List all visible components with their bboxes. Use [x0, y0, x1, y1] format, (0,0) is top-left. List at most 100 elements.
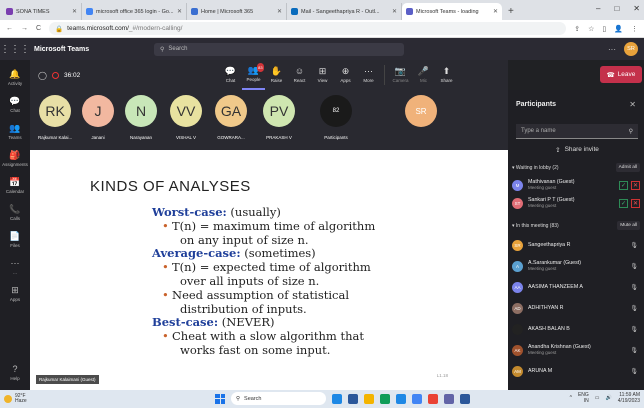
taskbar-app-icon[interactable] — [444, 393, 454, 404]
close-icon[interactable]: ✕ — [633, 4, 640, 13]
call-people-button[interactable]: 👥 83 People — [242, 60, 265, 90]
participant-row[interactable]: AD ADHITHYAN R 🎙 — [512, 299, 642, 317]
lobby-row[interactable]: ST Sankari P T (Guest) Meeting guest ✓ ✕ — [512, 194, 642, 212]
taskbar-search[interactable]: ⚲ Search — [231, 392, 326, 405]
clock[interactable]: 11:59 AM 4/19/2023 — [618, 392, 640, 404]
participant-tile[interactable]: VV VISHAL V — [170, 95, 202, 140]
participant-row[interactable]: AKASH BALAN B 🎙 — [512, 320, 642, 338]
browser-tab[interactable]: Home | Microsoft 365 ✕ — [187, 3, 287, 20]
rail-item-teams[interactable]: 👥 Teams — [0, 118, 30, 145]
back-icon[interactable]: ← — [6, 25, 13, 32]
mic-icon[interactable]: 🎙 — [630, 368, 638, 375]
minimize-icon[interactable]: – — [596, 4, 600, 13]
language-indicator[interactable]: ENG IN — [578, 392, 589, 404]
reload-icon[interactable]: C — [36, 25, 41, 32]
mic-icon[interactable]: 🎙 — [630, 284, 638, 291]
weather-widget[interactable]: 92°F Haze — [4, 393, 27, 405]
participant-row[interactable]: AM ARUNA M 🎙 — [512, 362, 642, 380]
admit-icon[interactable]: ✓ — [619, 180, 628, 190]
taskbar-app-icon[interactable] — [428, 393, 438, 404]
rail-item-calls[interactable]: 📞 Calls — [0, 199, 30, 226]
deny-icon[interactable]: ✕ — [631, 198, 640, 208]
close-icon[interactable]: ✕ — [629, 100, 636, 109]
mic-icon[interactable]: 🎙 — [630, 242, 638, 249]
taskbar-app-icon[interactable] — [380, 393, 390, 404]
participant-tile[interactable]: J Janani — [82, 95, 114, 140]
search-input[interactable]: ⚲ Search — [154, 42, 404, 56]
tray-chevron-icon[interactable]: ^ — [570, 395, 572, 402]
taskbar-app-icon[interactable] — [332, 393, 342, 404]
participant-row[interactable]: AK Anandha Krishnan (Guest) Meeting guest 🎙 — [512, 341, 642, 359]
maximize-icon[interactable]: □ — [614, 4, 619, 13]
camera-button[interactable]: 📷 Camera — [389, 60, 412, 90]
close-tab-icon[interactable]: ✕ — [493, 8, 498, 15]
close-tab-icon[interactable]: ✕ — [392, 8, 397, 15]
browser-tab[interactable]: microsoft office 365 login - Go... ✕ — [82, 3, 187, 20]
participant-tile[interactable]: PV PRAKASH V — [263, 95, 295, 140]
url-field[interactable]: 🔒 teams.microsoft.com/_#/modern-calling/ — [49, 22, 567, 35]
browser-tab[interactable]: Mail - Sangeethapriya R - Outl... ✕ — [287, 3, 402, 20]
leave-button[interactable]: ☎ Leave — [600, 66, 642, 83]
call-more-button[interactable]: ⋯ More — [357, 60, 380, 90]
taskbar-app-icon[interactable] — [412, 393, 422, 404]
participant-search-input[interactable]: Type a name ⚲ — [516, 124, 638, 139]
call-chat-button[interactable]: 💬 Chat — [219, 60, 242, 90]
participant-tile[interactable]: RK Rajkumar Kalai... — [38, 95, 72, 140]
mic-icon[interactable]: 🎙 — [630, 263, 638, 270]
rail-item-calendar[interactable]: 📅 Calendar — [0, 172, 30, 199]
browser-tab[interactable]: SONA TIMES ✕ — [2, 3, 82, 20]
taskbar-app-icon[interactable] — [364, 393, 374, 404]
avatar[interactable]: SR — [624, 42, 638, 56]
mic-icon[interactable]: 🎙 — [630, 347, 638, 354]
taskbar-app-icon[interactable] — [460, 393, 470, 404]
close-tab-icon[interactable]: ✕ — [277, 8, 282, 15]
rail-item-chat[interactable]: 💬 Chat — [0, 91, 30, 118]
call-raise-button[interactable]: ✋ Raise — [265, 60, 288, 90]
lobby-row[interactable]: M Mathivanan (Guest) Meeting guest ✓ ✕ — [512, 176, 642, 194]
meeting-section-label[interactable]: ▾ In this meeting (83) — [512, 223, 559, 229]
call-apps-button[interactable]: ⊕ Apps — [334, 60, 357, 90]
rail-item-[interactable]: ⋯... — [0, 253, 30, 280]
call-view-button[interactable]: ⊞ View — [311, 60, 334, 90]
participant-row[interactable]: A A.Sarankumar (Guest) Meeting guest 🎙 — [512, 257, 642, 275]
participant-tile[interactable]: GA GOWRARA... — [215, 95, 247, 140]
windows-start-icon[interactable] — [215, 393, 225, 404]
admit-icon[interactable]: ✓ — [619, 198, 628, 208]
menu-kebab-icon[interactable]: ⋮ — [631, 25, 638, 33]
more-options-icon[interactable]: ··· — [608, 45, 616, 54]
sidebar-icon[interactable]: ▯ — [602, 25, 606, 33]
share-button[interactable]: ⬆ Share — [435, 60, 458, 90]
app-launcher-icon[interactable]: ⋮⋮⋮ — [0, 44, 30, 55]
mic-button[interactable]: 🎤 Mic — [412, 60, 435, 90]
bookmark-star-icon[interactable]: ☆ — [588, 25, 594, 33]
meeting-section-action-button[interactable]: Mute all — [617, 221, 640, 230]
forward-icon[interactable]: → — [21, 25, 28, 32]
rail-item-help[interactable]: ? Help — [0, 359, 30, 386]
close-tab-icon[interactable]: ✕ — [72, 8, 77, 15]
taskbar-app-icon[interactable] — [348, 393, 358, 404]
browser-tab[interactable]: Microsoft Teams - loading ✕ — [402, 3, 502, 20]
share-invite-button[interactable]: ⇪ Share invite — [516, 143, 638, 156]
participant-row[interactable]: AA AASIMA THANZEEM A 🎙 — [512, 278, 642, 296]
close-tab-icon[interactable]: ✕ — [177, 8, 182, 15]
participant-tile[interactable]: 82 Participants — [320, 95, 352, 140]
participant-row[interactable]: SR Sangeethapriya R 🎙 — [512, 236, 642, 254]
taskbar-app-icon[interactable] — [396, 393, 406, 404]
mic-icon[interactable]: 🎙 — [630, 326, 638, 333]
tab-label: microsoft office 365 login - Go... — [96, 8, 174, 15]
rail-item-apps[interactable]: ⊞ Apps — [0, 280, 30, 307]
participant-tile[interactable]: N Narayanan — [125, 95, 157, 140]
rail-item-assignments[interactable]: 🎒 Assignments — [0, 145, 30, 172]
deny-icon[interactable]: ✕ — [631, 180, 640, 190]
lobby-section-action-button[interactable]: Admit all — [615, 163, 640, 172]
mic-icon[interactable]: 🎙 — [630, 305, 638, 312]
volume-icon[interactable]: 🔊 — [606, 395, 612, 402]
profile-icon[interactable]: 👤 — [614, 25, 623, 33]
rail-item-activity[interactable]: 🔔 Activity — [0, 64, 30, 91]
network-icon[interactable]: ▭ — [595, 395, 600, 402]
rail-item-files[interactable]: 📄 Files — [0, 226, 30, 253]
call-react-button[interactable]: ☺ React — [288, 60, 311, 90]
new-tab-button[interactable]: + — [502, 3, 520, 20]
lobby-section-label[interactable]: ▾ Waiting in lobby (2) — [512, 165, 559, 171]
share-page-icon[interactable]: ⇪ — [574, 25, 580, 33]
